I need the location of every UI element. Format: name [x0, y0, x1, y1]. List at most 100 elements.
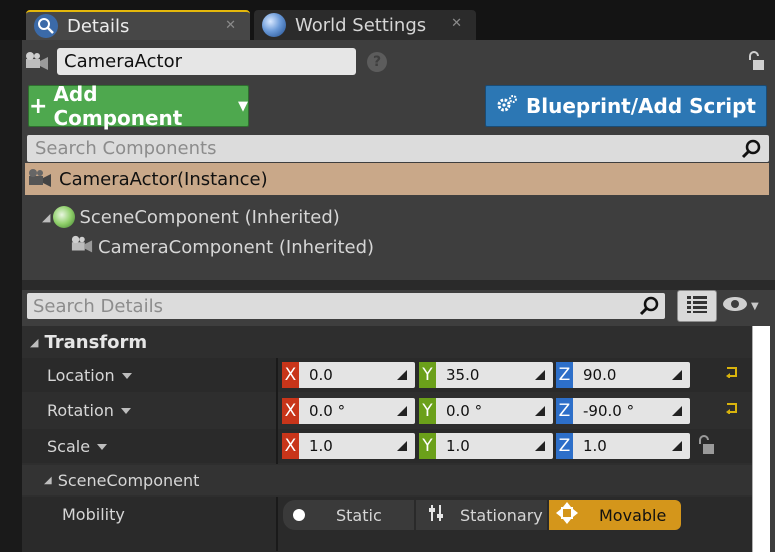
movable-label: Movable: [599, 505, 667, 525]
add-component-button[interactable]: + Add Component ▼: [28, 82, 249, 130]
axis-y-label: Y: [419, 398, 436, 424]
actor-icon: [24, 50, 50, 78]
actor-icon: [27, 167, 53, 196]
axis-z-label: Z: [556, 362, 573, 388]
location-x-value[interactable]: 0.0: [299, 362, 415, 388]
blueprint-add-script-button[interactable]: Blueprint/Add Script: [485, 85, 767, 127]
location-z-value[interactable]: 90.0: [573, 362, 690, 388]
close-icon[interactable]: ✕: [451, 16, 462, 31]
separator: [22, 280, 775, 290]
property-label: Location: [47, 366, 115, 385]
component-instance-row[interactable]: CameraActor(Instance): [25, 163, 769, 195]
move-arrows-icon: [555, 501, 579, 529]
location-y-field[interactable]: Y 35.0: [419, 362, 553, 388]
camera-component-icon: [70, 234, 94, 261]
close-icon[interactable]: ✕: [225, 18, 236, 33]
expand-triangle-icon[interactable]: ◢: [42, 211, 50, 224]
question-icon[interactable]: ?: [367, 52, 387, 72]
search-components-input[interactable]: Search Components: [27, 135, 769, 162]
value-text: -90.0 °: [583, 402, 635, 420]
search-details-placeholder: Search Details: [33, 295, 163, 317]
rotation-label[interactable]: Rotation: [47, 401, 131, 420]
rotation-y-value[interactable]: 0.0 °: [436, 398, 553, 424]
axis-y-label: Y: [419, 362, 436, 388]
chevron-down-icon: [97, 443, 108, 450]
axis-y-label: Y: [419, 433, 436, 459]
search-icon: [741, 138, 763, 165]
reset-to-default-icon[interactable]: [725, 402, 739, 418]
value-text: 0.0: [309, 366, 333, 384]
scale-y-field[interactable]: Y 1.0: [419, 433, 553, 459]
drag-arrow-icon: [533, 439, 547, 457]
scene-component-category-header[interactable]: ◢ SceneComponent: [22, 465, 752, 495]
search-details-input[interactable]: Search Details: [27, 293, 665, 319]
mobility-stationary-button[interactable]: Stationary: [416, 500, 547, 530]
lock-icon[interactable]: [696, 434, 716, 460]
chevron-down-icon: [120, 407, 131, 414]
chevron-down-icon: ▼: [238, 98, 248, 114]
tree-item-label: SceneComponent (Inherited): [79, 206, 340, 228]
column-divider: [276, 497, 278, 551]
instance-label: CameraActor(Instance): [59, 168, 268, 190]
tree-item-scene-component[interactable]: ◢ SceneComponent (Inherited): [42, 204, 340, 230]
value-text: 1.0: [446, 437, 470, 455]
tab-details[interactable]: Details ✕: [26, 10, 250, 40]
location-x-field[interactable]: X 0.0: [282, 362, 415, 388]
search-components-placeholder: Search Components: [35, 138, 217, 159]
chevron-down-icon: ▼: [751, 300, 759, 312]
drag-arrow-icon: [395, 368, 409, 386]
axis-x-label: X: [282, 362, 299, 388]
rotation-x-field[interactable]: X 0.0 °: [282, 398, 415, 424]
rotation-z-value[interactable]: -90.0 °: [573, 398, 690, 424]
gears-icon: [496, 94, 518, 119]
tree-item-camera-component[interactable]: CameraComponent (Inherited): [70, 234, 374, 260]
tab-world-settings[interactable]: World Settings ✕: [254, 10, 476, 40]
value-text: 90.0: [583, 366, 617, 384]
scale-x-value[interactable]: 1.0: [299, 433, 415, 459]
axis-x-label: X: [282, 398, 299, 424]
stationary-label: Stationary: [460, 505, 543, 525]
sliders-icon: [426, 503, 446, 527]
lock-icon[interactable]: [744, 50, 766, 76]
location-z-field[interactable]: Z 90.0: [556, 362, 690, 388]
mobility-label: Mobility: [62, 505, 125, 524]
value-text: 1.0: [583, 437, 607, 455]
scale-z-value[interactable]: 1.0: [573, 433, 690, 459]
rotation-z-field[interactable]: Z -90.0 °: [556, 398, 690, 424]
drag-arrow-icon: [670, 439, 684, 457]
globe-icon: [262, 13, 286, 37]
location-label[interactable]: Location: [47, 366, 132, 385]
location-y-value[interactable]: 35.0: [436, 362, 553, 388]
static-label: Static: [336, 505, 382, 525]
column-divider: [276, 358, 278, 464]
scale-y-value[interactable]: 1.0: [436, 433, 553, 459]
rotation-y-field[interactable]: Y 0.0 °: [419, 398, 553, 424]
drag-arrow-icon: [395, 439, 409, 457]
actor-name-input[interactable]: CameraActor: [57, 48, 356, 75]
drag-arrow-icon: [533, 368, 547, 386]
scale-z-field[interactable]: Z 1.0: [556, 433, 690, 459]
drag-arrow-icon: [395, 404, 409, 422]
details-scrollbar[interactable]: [752, 326, 770, 552]
property-matrix-button[interactable]: [677, 290, 717, 322]
scale-x-field[interactable]: X 1.0: [282, 433, 415, 459]
plus-icon: +: [29, 93, 48, 119]
eye-icon: [722, 296, 748, 316]
transform-category-header[interactable]: ◢ Transform: [22, 328, 752, 357]
scale-label[interactable]: Scale: [47, 437, 108, 456]
axis-z-label: Z: [556, 398, 573, 424]
view-options-button[interactable]: ▼: [722, 296, 759, 316]
mobility-movable-button[interactable]: Movable: [549, 500, 681, 530]
reset-to-default-icon[interactable]: [725, 366, 739, 382]
drag-arrow-icon: [670, 368, 684, 386]
mobility-static-button[interactable]: Static: [283, 500, 414, 530]
scene-component-icon: [53, 206, 76, 228]
value-text: 0.0 °: [309, 402, 346, 420]
details-magnifier-icon: [34, 14, 58, 38]
transform-header-label: Transform: [44, 332, 148, 353]
value-text: 0.0 °: [446, 402, 483, 420]
add-component-label: Add Component: [53, 82, 183, 130]
chevron-down-icon: [121, 372, 132, 379]
tab-details-label: Details: [67, 15, 130, 37]
rotation-x-value[interactable]: 0.0 °: [299, 398, 415, 424]
